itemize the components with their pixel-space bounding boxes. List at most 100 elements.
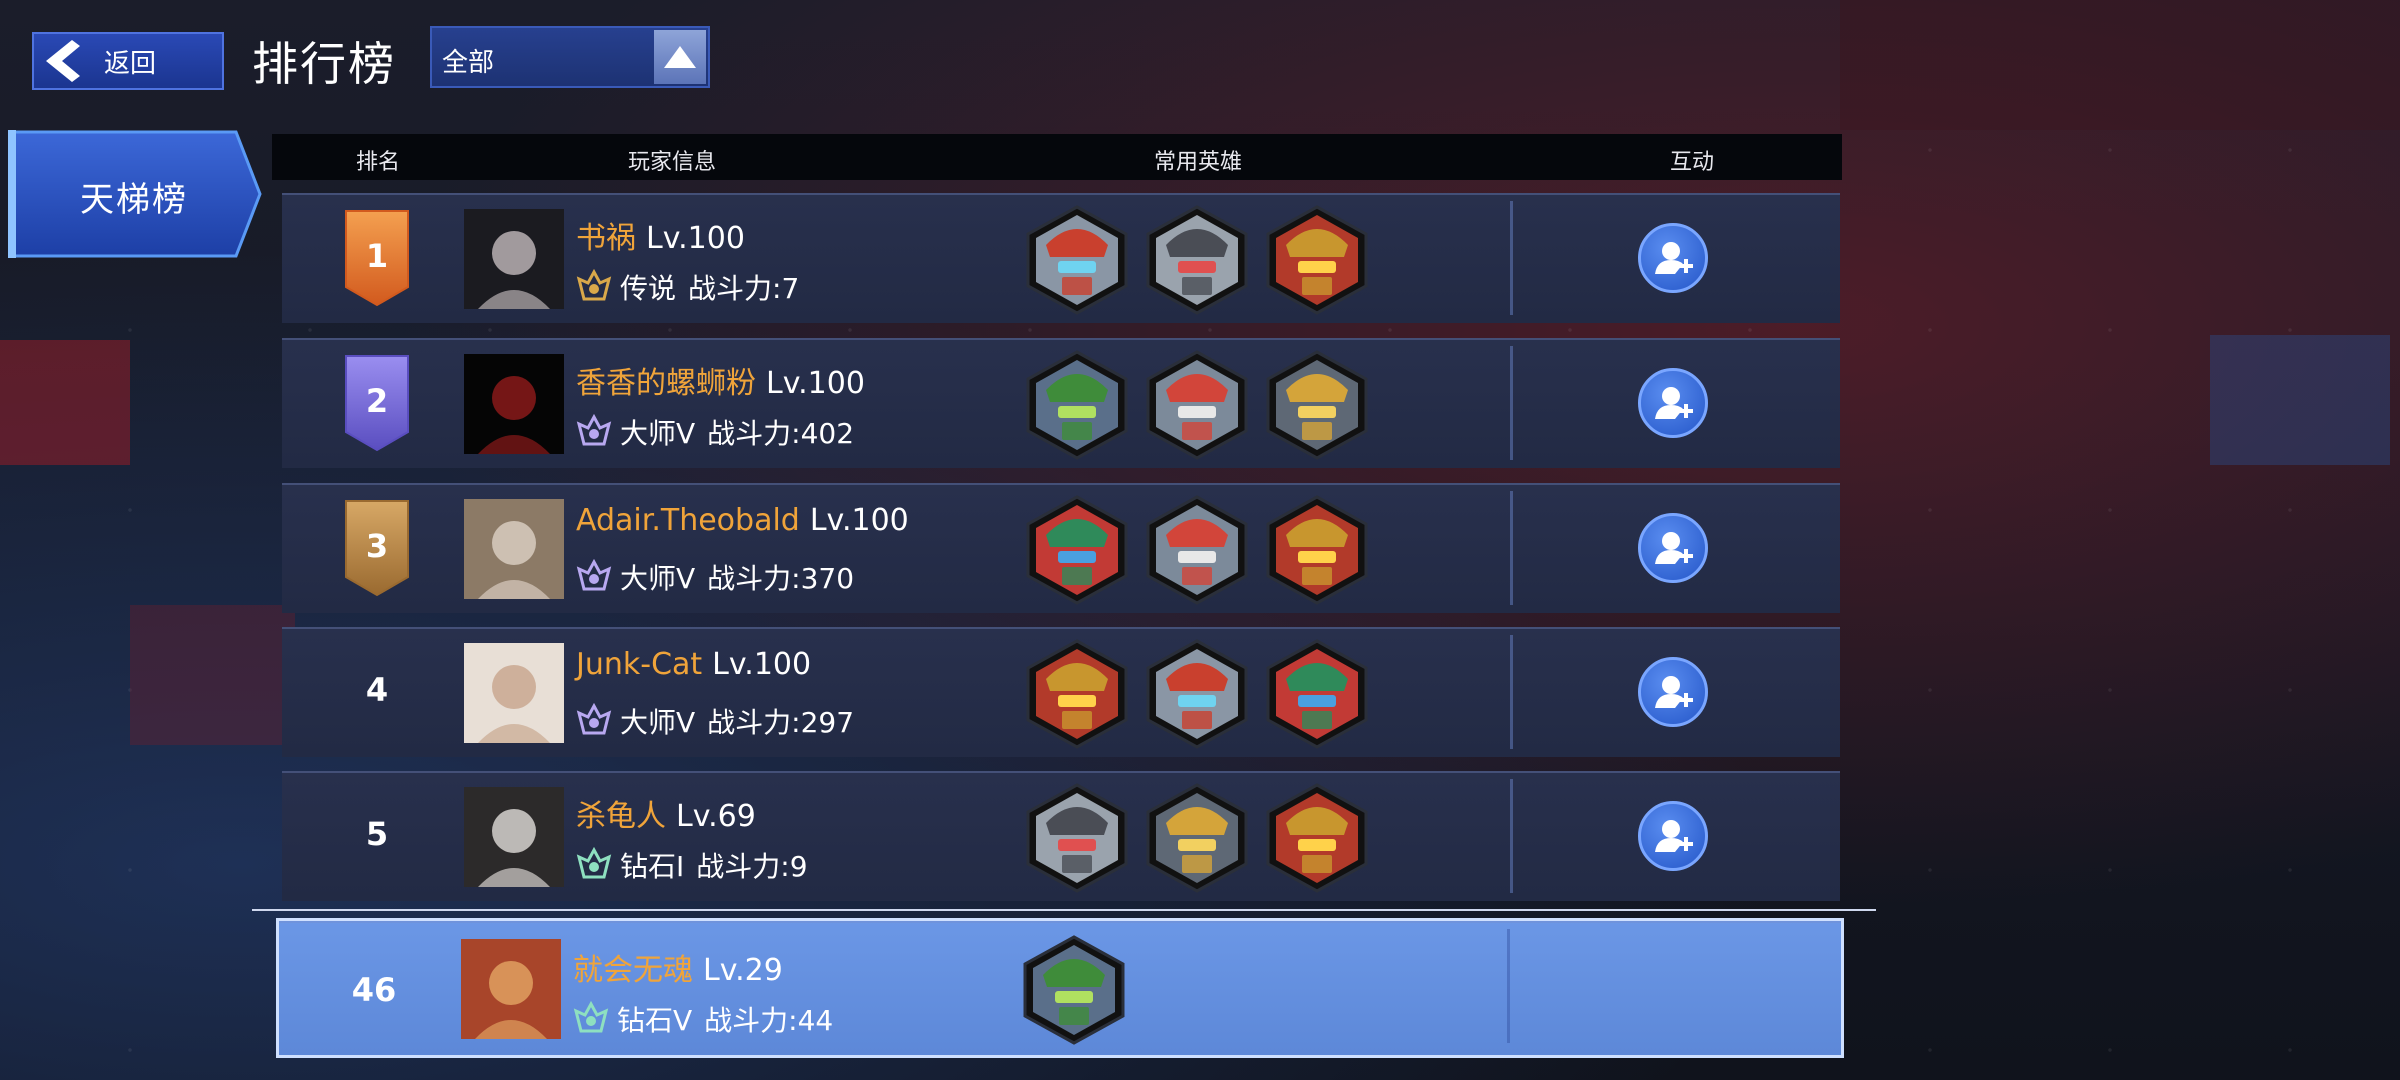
player-name[interactable]: 书祸 [576,221,636,256]
add-friend-button[interactable] [1638,657,1708,727]
tier-rank-icon [576,413,612,450]
tier-rank-icon [576,268,612,305]
table-row[interactable]: 4 Junk-Cat Lv.100 大师V 战斗力:297 [282,627,1840,757]
player-name-line: Adair.Theobald Lv.100 [576,503,909,538]
player-avatar[interactable] [464,354,564,454]
gold-crown-robot-hero-icon[interactable] [1264,495,1370,605]
combat-power: 战斗力:44 [704,1004,834,1037]
background-decor [0,340,130,465]
tier-rank-icon [576,846,612,883]
tier-text: 大师V [620,706,696,739]
tier-power-line: 钻石V 战斗力:44 [573,999,833,1039]
combat-power: 战斗力:370 [707,562,855,595]
player-name[interactable]: 就会无魂 [573,953,693,988]
rank-number: 46 [351,971,397,1009]
green-red-mech-hero-icon[interactable] [1024,495,1130,605]
row-divider [1510,635,1513,749]
sidebar-tab-label: 天梯榜 [80,180,188,220]
tier-power-line: 传说 战斗力:7 [576,267,799,307]
filter-dropdown[interactable]: 全部 [430,26,710,88]
add-friend-icon [1651,814,1695,858]
page-title: 排行榜 [252,37,396,91]
background-decor [1840,0,2400,130]
player-level: Lv.29 [703,953,783,988]
add-friend-button[interactable] [1638,513,1708,583]
back-button[interactable]: 返回 [32,32,224,90]
tier-power-line: 大师V 战斗力:370 [576,557,854,597]
red-helmet-robot-hero-icon[interactable] [1144,495,1250,605]
player-avatar[interactable] [464,499,564,599]
sidebar-tab-ladder[interactable]: 天梯榜 [8,130,264,258]
filter-value: 全部 [442,48,495,78]
combat-power: 战斗力:402 [707,417,855,450]
player-name[interactable]: 杀龟人 [576,799,666,834]
tier-power-line: 钻石I 战斗力:9 [576,845,808,885]
gray-hat-robot-hero-icon[interactable] [1024,783,1130,893]
combat-power: 战斗力:297 [707,706,855,739]
red-hat-robot-hero-icon[interactable] [1144,639,1250,749]
gold-crown-robot-hero-icon[interactable] [1024,639,1130,749]
player-name[interactable]: 香香的螺蛳粉 [576,366,756,401]
row-divider [1510,491,1513,605]
player-name-line: Junk-Cat Lv.100 [576,647,811,682]
gray-hat-robot-hero-icon[interactable] [1144,205,1250,315]
chevron-up-icon[interactable] [654,30,706,84]
tier-power-line: 大师V 战斗力:402 [576,412,854,452]
table-row[interactable]: 3 Adair.Theobald Lv.100 大师V 战斗力:370 [282,483,1840,613]
rank-number: 3 [365,527,389,565]
table-row[interactable]: 2 香香的螺蛳粉 Lv.100 大师V 战斗力:402 [282,338,1840,468]
tier-rank-icon [573,1000,609,1037]
column-header-rank: 排名 [355,150,401,175]
rank-number: 2 [365,382,389,420]
add-friend-button[interactable] [1638,223,1708,293]
tier-power-line: 大师V 战斗力:297 [576,701,854,741]
row-divider [1510,779,1513,893]
tier-text: 钻石I [620,850,685,883]
red-helmet-robot-hero-icon[interactable] [1144,350,1250,460]
player-name[interactable]: Junk-Cat [576,647,702,682]
gold-crown-robot-hero-icon[interactable] [1264,783,1370,893]
add-friend-button[interactable] [1638,801,1708,871]
back-label: 返回 [104,48,157,79]
add-friend-icon [1651,670,1695,714]
column-header-interact: 互动 [1669,150,1715,175]
tier-text: 大师V [620,417,696,450]
tier-text: 传说 [620,272,677,305]
green-mech-hero-icon[interactable] [1024,350,1130,460]
self-rank-row[interactable]: 46 就会无魂 Lv.29 钻石V 战斗力:44 [276,918,1844,1058]
row-divider [1507,929,1510,1043]
add-friend-icon [1651,526,1695,570]
combat-power: 战斗力:7 [688,272,800,305]
gold-yellow-robot-hero-icon[interactable] [1264,350,1370,460]
table-row[interactable]: 5 杀龟人 Lv.69 钻石I 战斗力:9 [282,771,1840,901]
rank-number: 4 [365,671,389,709]
row-divider [1510,346,1513,460]
player-level: Lv.100 [712,647,812,682]
column-header-heroes: 常用英雄 [1153,150,1243,175]
player-name-line: 就会无魂 Lv.29 [573,945,783,989]
add-friend-icon [1651,381,1695,425]
background-decor [2210,335,2390,465]
add-friend-button[interactable] [1638,368,1708,438]
gold-yellow-robot-hero-icon[interactable] [1144,783,1250,893]
player-name-line: 书祸 Lv.100 [576,213,745,257]
tier-rank-icon [576,558,612,595]
green-red-mech-hero-icon[interactable] [1264,639,1370,749]
table-header: 排名 玩家信息 常用英雄 互动 [272,134,1842,180]
player-avatar[interactable] [464,643,564,743]
table-row[interactable]: 1 书祸 Lv.100 传说 战斗力:7 [282,193,1840,323]
add-friend-icon [1651,236,1695,280]
player-avatar[interactable] [461,939,561,1039]
player-level: Lv.100 [646,221,745,256]
player-name-line: 香香的螺蛳粉 Lv.100 [576,358,865,402]
tier-text: 大师V [620,562,696,595]
green-mech-hero-icon[interactable] [1021,935,1127,1045]
player-avatar[interactable] [464,787,564,887]
red-hat-robot-hero-icon[interactable] [1024,205,1130,315]
column-header-player-info: 玩家信息 [627,150,717,175]
player-level: Lv.100 [809,503,909,538]
player-name[interactable]: Adair.Theobald [576,503,800,538]
back-arrow-icon [34,34,90,88]
gold-crown-robot-hero-icon[interactable] [1264,205,1370,315]
player-avatar[interactable] [464,209,564,309]
